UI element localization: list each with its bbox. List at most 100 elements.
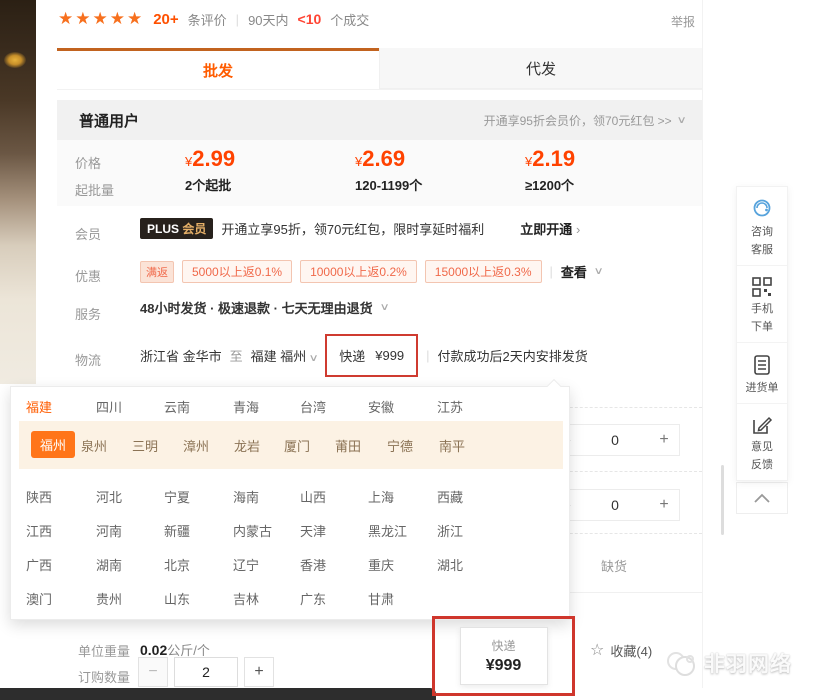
unit-weight-label: 单位重量 bbox=[78, 641, 130, 660]
province-item[interactable]: 安徽 bbox=[368, 397, 394, 416]
dispatch-note: 付款成功后2天内安排发货 bbox=[438, 346, 588, 365]
province-item[interactable]: 陕西 bbox=[26, 487, 52, 506]
floating-sidebar: 咨询 客服 手机 下单 进货单 bbox=[736, 186, 788, 481]
province-item[interactable]: 贵州 bbox=[96, 589, 122, 608]
open-membership-link[interactable]: 立即开通 › bbox=[520, 219, 580, 238]
quantity-input[interactable]: 2 bbox=[174, 657, 238, 687]
minus-button[interactable]: − bbox=[138, 657, 168, 687]
province-item[interactable]: 天津 bbox=[300, 521, 326, 540]
back-to-top-button[interactable] bbox=[736, 482, 788, 514]
service-row: 48小时发货 · 极速退款 · 七天无理由退货 ∨ bbox=[140, 298, 388, 317]
chevron-right-icon: › bbox=[576, 222, 580, 237]
province-item[interactable]: 江苏 bbox=[437, 397, 463, 416]
province-item[interactable]: 内蒙古 bbox=[233, 521, 272, 540]
view-coupons-link[interactable]: 查看 bbox=[561, 262, 587, 281]
sidebar-item-feedback[interactable]: 意见 反馈 bbox=[737, 404, 787, 480]
province-item[interactable]: 江西 bbox=[26, 521, 52, 540]
city-item[interactable]: 泉州 bbox=[81, 436, 107, 455]
province-item-selected[interactable]: 福建 bbox=[26, 397, 52, 416]
tooltip-shipping-method: 快递 bbox=[491, 637, 515, 654]
sidebar-item-customer-service[interactable]: 咨询 客服 bbox=[737, 187, 787, 266]
province-item[interactable]: 河南 bbox=[96, 521, 122, 540]
divider: | bbox=[550, 264, 553, 279]
service-row-label: 服务 bbox=[75, 304, 101, 323]
sku-quantity-value[interactable]: 0 bbox=[581, 497, 649, 513]
tab-wholesale[interactable]: 批发 bbox=[57, 48, 379, 89]
plus-button[interactable]: + bbox=[649, 431, 679, 449]
province-item[interactable]: 西藏 bbox=[437, 487, 463, 506]
province-item[interactable]: 澳门 bbox=[26, 589, 52, 608]
watermark-logo-icon bbox=[664, 648, 698, 678]
sidebar-item-label: 意见 bbox=[751, 440, 773, 454]
chevron-down-icon[interactable]: ∨ bbox=[379, 302, 389, 313]
province-item[interactable]: 台湾 bbox=[300, 397, 326, 416]
report-link[interactable]: 举报 bbox=[671, 13, 695, 30]
plus-member-badge: PLUS 会员 bbox=[140, 218, 213, 239]
province-item[interactable]: 新疆 bbox=[164, 521, 190, 540]
province-item[interactable]: 宁夏 bbox=[164, 487, 190, 506]
rebate-tag-1: 5000以上返0.1% bbox=[182, 260, 292, 283]
chevron-down-icon: ∨ bbox=[676, 115, 686, 126]
badge-vip-text: 会员 bbox=[182, 222, 206, 236]
review-count[interactable]: 20+ bbox=[153, 11, 178, 28]
purchase-list-icon bbox=[751, 353, 773, 377]
province-item[interactable]: 湖南 bbox=[96, 555, 122, 574]
city-item[interactable]: 莆田 bbox=[335, 436, 361, 455]
tier-qty: 120-1199个 bbox=[355, 175, 505, 194]
logistics-to-word: 至 bbox=[230, 346, 243, 365]
tier-price: 2.99 bbox=[192, 146, 235, 171]
deal-period: 90天内 bbox=[248, 10, 288, 29]
city-selection-bar: 福州 泉州 三明 漳州 龙岩 厦门 莆田 宁德 南平 bbox=[19, 421, 563, 469]
plus-button[interactable]: + bbox=[244, 657, 274, 687]
province-item[interactable]: 广东 bbox=[300, 589, 326, 608]
city-item[interactable]: 厦门 bbox=[284, 436, 310, 455]
province-item[interactable]: 湖北 bbox=[437, 555, 463, 574]
province-item[interactable]: 云南 bbox=[164, 397, 190, 416]
tab-dropship[interactable]: 代发 bbox=[379, 48, 703, 89]
province-item[interactable]: 海南 bbox=[233, 487, 259, 506]
province-item[interactable]: 上海 bbox=[368, 487, 394, 506]
province-item[interactable]: 四川 bbox=[96, 397, 122, 416]
rating-stars-icon: ★★★★★ bbox=[58, 9, 144, 29]
province-item[interactable]: 辽宁 bbox=[233, 555, 259, 574]
sidebar-item-purchase-list[interactable]: 进货单 bbox=[737, 343, 787, 404]
destination-selector[interactable]: 福建 福州 ∨ bbox=[251, 346, 318, 365]
divider: | bbox=[426, 348, 429, 363]
open-membership-text: 立即开通 bbox=[520, 222, 572, 237]
scrollbar-fragment[interactable] bbox=[721, 465, 724, 535]
sku-quantity-value[interactable]: 0 bbox=[581, 432, 649, 448]
province-item[interactable]: 甘肃 bbox=[368, 589, 394, 608]
province-item[interactable]: 浙江 bbox=[437, 521, 463, 540]
province-row-3: 江西 河南 新疆 内蒙古 天津 黑龙江 浙江 bbox=[11, 521, 569, 537]
chevron-down-icon[interactable]: ∨ bbox=[593, 266, 603, 277]
favorite-button[interactable]: ☆ 收藏(4) bbox=[590, 640, 652, 660]
province-item[interactable]: 香港 bbox=[300, 555, 326, 574]
watermark: 非羽网络 bbox=[664, 648, 792, 678]
photo-highlight bbox=[4, 52, 26, 68]
city-item[interactable]: 南平 bbox=[439, 436, 465, 455]
province-item[interactable]: 北京 bbox=[164, 555, 190, 574]
province-item[interactable]: 重庆 bbox=[368, 555, 394, 574]
province-item[interactable]: 山西 bbox=[300, 487, 326, 506]
city-item[interactable]: 漳州 bbox=[183, 436, 209, 455]
sku-quantity-stepper-2: − 0 + bbox=[552, 489, 680, 521]
order-mode-tabs: 批发 代发 bbox=[57, 48, 703, 90]
plus-button[interactable]: + bbox=[649, 496, 679, 514]
order-quantity-stepper: − 2 + bbox=[138, 657, 274, 687]
sidebar-item-label: 客服 bbox=[751, 243, 773, 257]
member-promo-link[interactable]: 开通享95折会员价，领70元红包 >> ∨ bbox=[484, 112, 685, 129]
city-item[interactable]: 宁德 bbox=[387, 436, 413, 455]
dropdown-notch bbox=[547, 379, 561, 393]
province-item[interactable]: 青海 bbox=[233, 397, 259, 416]
province-item[interactable]: 广西 bbox=[26, 555, 52, 574]
province-item[interactable]: 吉林 bbox=[233, 589, 259, 608]
sidebar-item-mobile-order[interactable]: 手机 下单 bbox=[737, 266, 787, 343]
province-item[interactable]: 河北 bbox=[96, 487, 122, 506]
city-item-selected[interactable]: 福州 bbox=[31, 431, 75, 458]
province-item[interactable]: 黑龙江 bbox=[368, 521, 407, 540]
city-item[interactable]: 三明 bbox=[132, 436, 158, 455]
sidebar-item-label: 下单 bbox=[751, 320, 773, 334]
province-row-4: 广西 湖南 北京 辽宁 香港 重庆 湖北 bbox=[11, 555, 569, 571]
city-item[interactable]: 龙岩 bbox=[234, 436, 260, 455]
province-item[interactable]: 山东 bbox=[164, 589, 190, 608]
